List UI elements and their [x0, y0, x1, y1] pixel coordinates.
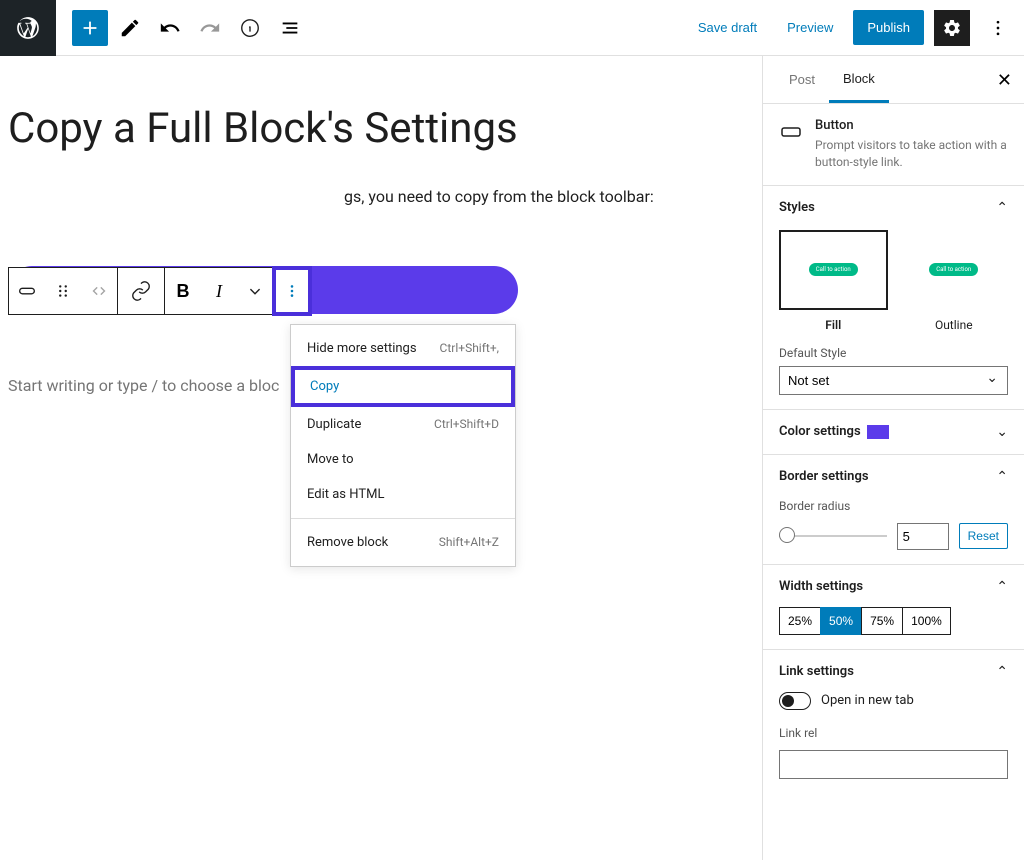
- preview-button[interactable]: Preview: [777, 14, 843, 41]
- default-style-select[interactable]: Not set: [779, 366, 1008, 395]
- open-new-tab-toggle[interactable]: [779, 692, 811, 710]
- block-options-dropdown: Hide more settingsCtrl+Shift+, Copy Dupl…: [290, 324, 516, 567]
- reset-button[interactable]: Reset: [959, 523, 1008, 549]
- chevron-up-icon: ⌃: [996, 469, 1008, 485]
- block-info-title: Button: [815, 118, 1008, 133]
- dropdown-item-remove-block[interactable]: Remove blockShift+Alt+Z: [291, 525, 515, 560]
- save-draft-button[interactable]: Save draft: [688, 14, 767, 41]
- outline-button[interactable]: [272, 10, 308, 46]
- dropdown-item-copy[interactable]: Copy: [293, 368, 513, 405]
- panel-color-header[interactable]: Color settings ⌄: [779, 424, 1008, 440]
- block-info-description: Prompt visitors to take action with a bu…: [815, 137, 1008, 171]
- link-rel-input[interactable]: [779, 750, 1008, 779]
- panel-width-header[interactable]: Width settings ⌃: [779, 579, 1008, 595]
- post-title[interactable]: Copy a Full Block's Settings: [8, 104, 754, 153]
- more-options-button[interactable]: [980, 10, 1016, 46]
- add-block-button[interactable]: [72, 10, 108, 46]
- bold-button[interactable]: B: [165, 268, 201, 314]
- block-type-button[interactable]: [9, 268, 45, 314]
- tab-block[interactable]: Block: [829, 57, 889, 103]
- default-style-label: Default Style: [779, 346, 1008, 360]
- kebab-icon: [281, 280, 303, 302]
- drag-handle[interactable]: [45, 268, 81, 314]
- close-sidebar-button[interactable]: ✕: [997, 70, 1012, 91]
- publish-button[interactable]: Publish: [853, 10, 924, 45]
- edit-button[interactable]: [112, 10, 148, 46]
- block-toolbar: B I: [8, 267, 311, 315]
- panel-link-header[interactable]: Link settings ⌃: [779, 664, 1008, 680]
- dropdown-item-hide-settings[interactable]: Hide more settingsCtrl+Shift+,: [291, 331, 515, 366]
- link-rel-label: Link rel: [779, 726, 1008, 740]
- plus-icon: [79, 17, 101, 39]
- undo-icon: [159, 17, 181, 39]
- border-radius-label: Border radius: [779, 499, 1008, 513]
- link-button[interactable]: [118, 268, 164, 314]
- width-25[interactable]: 25%: [779, 607, 821, 635]
- color-swatch: [867, 425, 889, 439]
- undo-button[interactable]: [152, 10, 188, 46]
- info-button[interactable]: [232, 10, 268, 46]
- drag-icon: [52, 280, 74, 302]
- tab-post[interactable]: Post: [775, 58, 829, 101]
- settings-button[interactable]: [934, 10, 970, 46]
- dropdown-item-duplicate[interactable]: DuplicateCtrl+Shift+D: [291, 407, 515, 442]
- list-icon: [279, 17, 301, 39]
- kebab-icon: [988, 18, 1008, 38]
- info-icon: [239, 17, 261, 39]
- button-block-icon: [779, 120, 803, 144]
- panel-styles-header[interactable]: Styles ⌃: [779, 200, 1008, 216]
- border-radius-slider[interactable]: [779, 535, 887, 537]
- dropdown-item-move-to[interactable]: Move to: [291, 442, 515, 477]
- border-radius-input[interactable]: [897, 523, 949, 550]
- wordpress-logo[interactable]: [0, 0, 56, 56]
- italic-button[interactable]: I: [201, 268, 237, 314]
- chevron-leftright-icon: [88, 280, 110, 302]
- dropdown-item-edit-html[interactable]: Edit as HTML: [291, 477, 515, 512]
- chevron-up-icon: ⌃: [996, 664, 1008, 680]
- open-new-tab-label: Open in new tab: [821, 693, 914, 708]
- more-formatting-button[interactable]: [237, 268, 273, 314]
- width-50[interactable]: 50%: [820, 607, 862, 635]
- style-fill[interactable]: Call to action Fill: [779, 230, 888, 332]
- style-outline[interactable]: Call to action Outline: [900, 230, 1009, 332]
- redo-icon: [199, 17, 221, 39]
- move-buttons[interactable]: [81, 268, 117, 314]
- chevron-down-icon: [244, 280, 266, 302]
- gear-icon: [942, 18, 962, 38]
- panel-border-header[interactable]: Border settings ⌃: [779, 469, 1008, 485]
- chevron-up-icon: ⌃: [996, 579, 1008, 595]
- block-more-options-button[interactable]: [274, 268, 310, 314]
- pencil-icon: [119, 17, 141, 39]
- chevron-up-icon: ⌃: [996, 200, 1008, 216]
- width-75[interactable]: 75%: [861, 607, 903, 635]
- redo-button[interactable]: [192, 10, 228, 46]
- button-block-icon: [16, 280, 38, 302]
- link-icon: [130, 280, 152, 302]
- chevron-down-icon: ⌄: [996, 424, 1008, 440]
- width-100[interactable]: 100%: [902, 607, 951, 635]
- wordpress-icon: [15, 15, 41, 41]
- paragraph-text: gs, you need to copy from the block tool…: [8, 187, 754, 206]
